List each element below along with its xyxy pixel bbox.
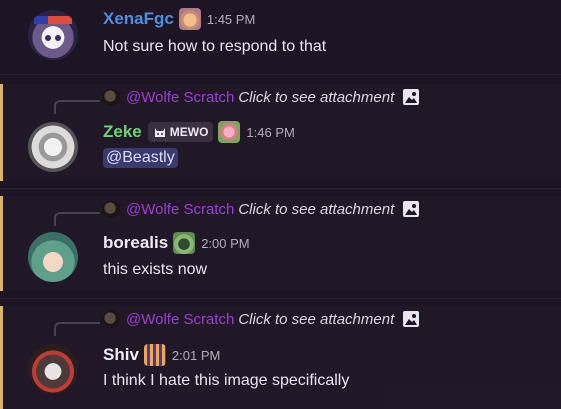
timestamp: 1:45 PM <box>206 11 256 27</box>
timestamp: 2:01 PM <box>171 347 221 363</box>
message-xenafgc: XenaFgc 1:45 PM Not sure how to respond … <box>0 0 561 66</box>
reply-avatar <box>102 88 120 106</box>
reply-text[interactable]: Click to see attachment <box>238 201 394 218</box>
cat-tag-icon <box>154 128 165 137</box>
highlight-bar <box>0 84 3 181</box>
timestamp: 1:46 PM <box>246 124 295 140</box>
reply-avatar <box>102 200 120 218</box>
user-mention[interactable]: @Beastly <box>103 148 178 168</box>
message-content: @Beastly <box>103 148 178 168</box>
reply-preview[interactable]: @Wolfe Scratch Click to see attachment <box>54 310 420 328</box>
message-content: this exists now <box>103 261 208 278</box>
avatar[interactable] <box>28 232 78 282</box>
divider <box>0 298 561 299</box>
message-header: Shiv 2:01 PM <box>103 344 220 366</box>
highlight-bar <box>0 306 3 409</box>
server-tag[interactable]: MEWO <box>147 122 214 142</box>
highlight-bar <box>0 196 3 291</box>
role-badge-icon[interactable] <box>143 344 166 366</box>
image-icon <box>403 201 420 217</box>
username[interactable]: borealis <box>103 233 168 253</box>
username[interactable]: XenaFgc <box>103 9 174 29</box>
reply-text[interactable]: Click to see attachment <box>238 89 394 106</box>
avatar[interactable] <box>28 122 78 172</box>
role-badge-icon[interactable] <box>173 232 196 254</box>
reply-username[interactable]: @Wolfe Scratch <box>126 89 234 106</box>
message-content: Not sure how to respond to that <box>103 38 327 55</box>
username[interactable]: Zeke <box>103 122 142 142</box>
role-badge-icon[interactable] <box>178 8 201 30</box>
message-borealis: @Wolfe Scratch Click to see attachment b… <box>0 196 561 291</box>
reply-preview[interactable]: @Wolfe Scratch Click to see attachment <box>54 200 420 218</box>
avatar[interactable] <box>28 10 78 60</box>
reply-username[interactable]: @Wolfe Scratch <box>126 311 234 328</box>
reply-preview[interactable]: @Wolfe Scratch Click to see attachment <box>54 88 420 106</box>
tag-label: MEWO <box>169 125 209 139</box>
role-badge-icon[interactable] <box>218 121 241 143</box>
timestamp: 2:00 PM <box>201 235 250 251</box>
username[interactable]: Shiv <box>103 345 139 365</box>
reply-text[interactable]: Click to see attachment <box>238 311 394 328</box>
reply-username[interactable]: @Wolfe Scratch <box>126 201 234 218</box>
image-icon <box>403 89 420 105</box>
message-header: Zeke MEWO 1:46 PM <box>103 121 295 143</box>
message-content: I think I hate this image specifically <box>103 372 350 389</box>
message-shiv: @Wolfe Scratch Click to see attachment S… <box>0 306 561 409</box>
avatar[interactable] <box>28 344 78 394</box>
message-zeke: @Wolfe Scratch Click to see attachment Z… <box>0 84 561 181</box>
message-header: borealis 2:00 PM <box>103 232 250 254</box>
message-header: XenaFgc 1:45 PM <box>103 8 255 30</box>
divider <box>0 188 561 189</box>
divider <box>0 74 561 75</box>
image-icon <box>403 311 420 327</box>
reply-avatar <box>102 310 120 328</box>
